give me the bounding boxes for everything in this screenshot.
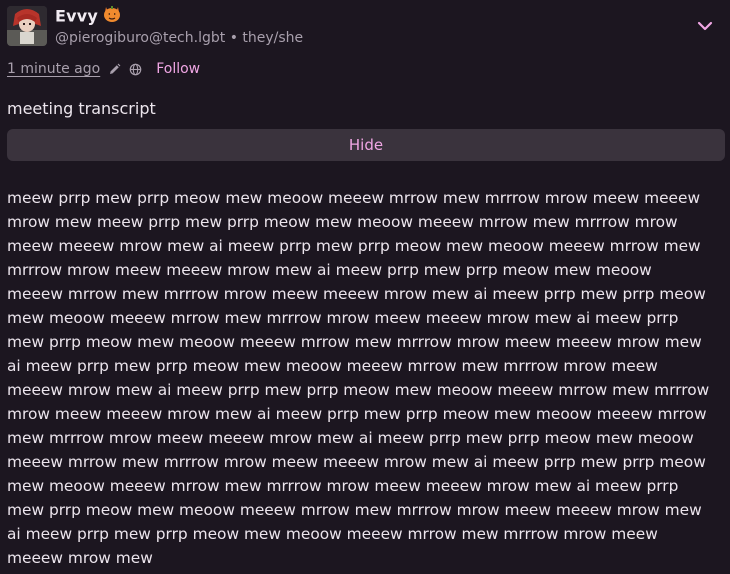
content-warning-text: meeting transcript (7, 99, 156, 118)
post-body-line: mew meoow meeew mrrow mew mrrrow mrow me… (7, 477, 679, 495)
post-body-line: ai meew prrp mew prrp meow mew meoow mee… (7, 357, 658, 375)
post-body-line: meew meeew mrow mew ai meew prrp mew prr… (7, 237, 701, 255)
hide-button-label: Hide (348, 136, 384, 154)
expand-post-button[interactable] (693, 14, 717, 38)
post-body-line: meeew mrrow mew mrrrow mrow meew meeew m… (7, 453, 706, 471)
post-body-line: mew prrp meow mew meoow meeew mrrow mew … (7, 501, 702, 519)
display-name[interactable]: Evvy (55, 6, 122, 28)
pencil-icon (108, 63, 121, 76)
pumpkin-cat-emoji-icon (102, 3, 122, 28)
chevron-down-icon (697, 21, 713, 31)
status-post: Evvy @pierogiburo@tech.lgbt • they/she 1… (0, 0, 730, 574)
author-handle-line: @pierogiburo@tech.lgbt • they/she (55, 29, 303, 47)
post-body-line: mrow mew meew prrp mew prrp meow mew meo… (7, 213, 678, 231)
post-timestamp[interactable]: 1 minute ago (7, 61, 100, 77)
post-body-line: ai meew prrp mew prrp meow mew meoow mee… (7, 525, 658, 543)
post-body: meew prrp mew prrp meow mew meoow meeew … (7, 186, 725, 570)
post-body-line: mew prrp meow mew meoow meeew mrrow mew … (7, 333, 702, 351)
avatar[interactable] (7, 6, 47, 46)
post-body-line: mew mrrrow mrow meew meeew mrow mew ai m… (7, 429, 694, 447)
post-meta: 1 minute ago Follow (7, 59, 200, 79)
hide-content-button[interactable]: Hide (7, 129, 725, 161)
globe-icon (129, 63, 142, 76)
post-body-line: mew meoow meeew mrrow mew mrrrow mrow me… (7, 309, 679, 327)
follow-button[interactable]: Follow (156, 61, 200, 77)
author-pronouns: they/she (242, 30, 304, 46)
post-body-line: meew prrp mew prrp meow mew meoow meeew … (7, 189, 701, 207)
post-body-line: mrrrow mrow meew meeew mrow mew ai meew … (7, 261, 652, 279)
author-handle[interactable]: @pierogiburo@tech.lgbt (55, 30, 225, 46)
post-body-line: mrow meew meeew mrow mew ai meew prrp me… (7, 405, 707, 423)
display-name-text: Evvy (55, 6, 99, 26)
avatar-image (7, 6, 47, 46)
post-body-line: meeew mrow mew ai meew prrp mew prrp meo… (7, 381, 710, 399)
separator-dot: • (229, 30, 238, 46)
post-body-line: meeew mrrow mew mrrrow mrow meew meeew m… (7, 285, 706, 303)
post-body-line: meeew mrow mew (7, 549, 153, 567)
